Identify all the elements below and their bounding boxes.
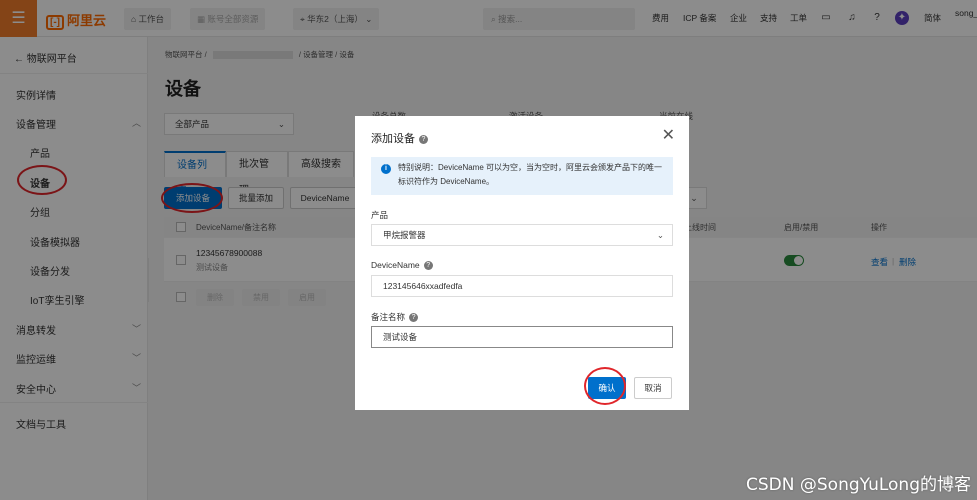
product-label: 产品 bbox=[371, 210, 389, 220]
devicename-label: DeviceName? bbox=[371, 260, 433, 271]
info-notice: i 特别说明：DeviceName 可以为空，当为空时，阿里云会颁发产品下的唯一… bbox=[371, 157, 673, 195]
remark-input[interactable]: 测试设备 bbox=[371, 326, 673, 348]
info-icon: i bbox=[381, 164, 391, 174]
chevron-down-icon: ⌄ bbox=[656, 230, 664, 240]
dialog-title: 添加设备? bbox=[371, 130, 428, 146]
help-icon[interactable]: ? bbox=[409, 313, 419, 323]
annotation-circle-confirm bbox=[584, 367, 626, 405]
product-select[interactable]: 甲烷报警器 ⌄ bbox=[371, 224, 673, 246]
watermark: CSDN @SongYuLong的博客 bbox=[746, 475, 971, 495]
help-icon[interactable]: ? bbox=[419, 134, 428, 144]
help-icon[interactable]: ? bbox=[423, 261, 433, 271]
remark-label: 备注名称? bbox=[371, 311, 419, 323]
devicename-input[interactable]: 123145646xxadfedfa bbox=[371, 275, 673, 297]
close-icon[interactable]: ✕ bbox=[662, 125, 675, 145]
cancel-button[interactable]: 取消 bbox=[634, 377, 672, 399]
add-device-dialog: 添加设备? ✕ i 特别说明：DeviceName 可以为空，当为空时，阿里云会… bbox=[355, 116, 689, 410]
